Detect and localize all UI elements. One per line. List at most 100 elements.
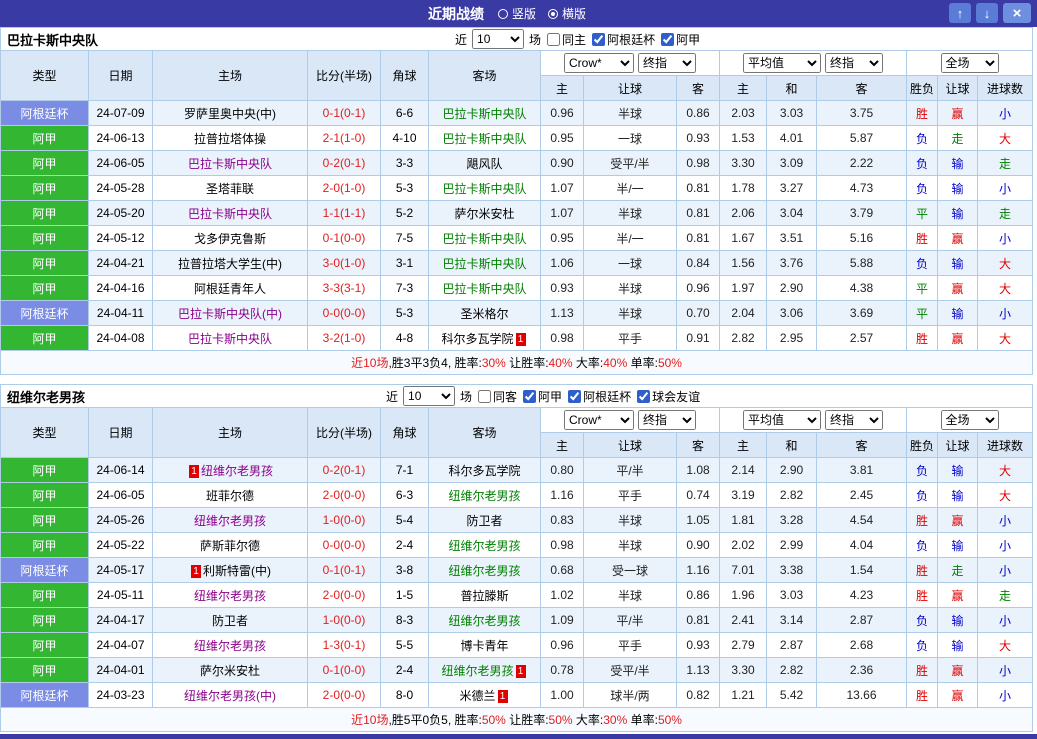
away-team[interactable]: 巴拉卡斯中央队 (428, 275, 541, 301)
home-team[interactable]: 圣塔菲联 (152, 175, 308, 201)
filter-checkbox[interactable] (523, 389, 537, 403)
team-name-text[interactable]: 纽维尔老男孩 (194, 514, 266, 528)
away-team[interactable]: 科尔多瓦学院 1 (428, 325, 541, 351)
team-name-text[interactable]: 巴拉卡斯中央队 (442, 282, 526, 296)
team-name-text[interactable]: 巴拉卡斯中央队 (442, 132, 526, 146)
team-name-text[interactable]: 科尔多瓦学院 (441, 332, 513, 346)
team-name-text[interactable]: 拉普拉塔体操 (194, 132, 266, 146)
filter-option-1[interactable]: 阿根廷杯 (592, 31, 655, 48)
home-team[interactable]: 1 利斯特雷(中) (152, 557, 308, 583)
home-team[interactable]: 纽维尔老男孩 (152, 507, 308, 533)
team-name-text[interactable]: 巴拉卡斯中央队 (188, 207, 272, 221)
layout-radio-1[interactable]: 横版 (548, 5, 586, 22)
team-name-text[interactable]: 巴拉卡斯中央队(中) (178, 307, 282, 321)
filter-option-3[interactable]: 球会友谊 (637, 388, 700, 405)
home-team[interactable]: 巴拉卡斯中央队 (152, 325, 308, 351)
away-team[interactable]: 纽维尔老男孩 (428, 482, 541, 508)
team-name-text[interactable]: 班菲尔德 (206, 489, 254, 503)
close-button[interactable]: × (1003, 3, 1031, 23)
away-team[interactable]: 巴拉卡斯中央队 (428, 125, 541, 151)
team-name-text[interactable]: 普拉滕斯 (460, 589, 508, 603)
team-name-text[interactable]: 纽维尔老男孩 (448, 489, 520, 503)
filter-option-1[interactable]: 阿甲 (523, 388, 562, 405)
filter-option-2[interactable]: 阿根廷杯 (568, 388, 631, 405)
team-name-text[interactable]: 萨尔米安杜 (454, 207, 514, 221)
filter-checkbox[interactable] (592, 32, 606, 46)
team-name-text[interactable]: 拉普拉塔大学生(中) (178, 257, 282, 271)
home-team[interactable]: 罗萨里奥中央(中) (152, 100, 308, 126)
team-name-text[interactable]: 飓风队 (466, 157, 502, 171)
odds-company-select[interactable]: Crow* (564, 53, 634, 73)
away-team[interactable]: 普拉滕斯 (428, 582, 541, 608)
away-team[interactable]: 巴拉卡斯中央队 (428, 250, 541, 276)
down-arrow-button[interactable]: ↓ (976, 3, 998, 23)
layout-radio-0[interactable]: 竖版 (498, 5, 536, 22)
filter-option-0[interactable]: 同客 (478, 388, 517, 405)
odds-stage-select[interactable]: 终指 (638, 53, 696, 73)
away-team[interactable]: 巴拉卡斯中央队 (428, 100, 541, 126)
away-team[interactable]: 萨尔米安杜 (428, 200, 541, 226)
average-stage-select[interactable]: 终指 (825, 410, 883, 430)
average-select[interactable]: 平均值 (743, 410, 821, 430)
team-name-text[interactable]: 纽维尔老男孩 (194, 589, 266, 603)
away-team[interactable]: 米德兰 1 (428, 682, 541, 708)
home-team[interactable]: 萨尔米安杜 (152, 657, 308, 683)
recent-count-select[interactable]: 10 (403, 386, 456, 406)
team-name-text[interactable]: 圣塔菲联 (206, 182, 254, 196)
home-team[interactable]: 戈多伊克鲁斯 (152, 225, 308, 251)
home-team[interactable]: 纽维尔老男孩(中) (152, 682, 308, 708)
home-team[interactable]: 拉普拉塔体操 (152, 125, 308, 151)
team-name-text[interactable]: 纽维尔老男孩 (194, 639, 266, 653)
team-name-text[interactable]: 萨尔米安杜 (200, 664, 260, 678)
team-name-text[interactable]: 巴拉卡斯中央队 (442, 182, 526, 196)
team-name-text[interactable]: 罗萨里奥中央(中) (184, 107, 276, 121)
away-team[interactable]: 巴拉卡斯中央队 (428, 225, 541, 251)
away-team[interactable]: 科尔多瓦学院 (428, 457, 541, 483)
home-team[interactable]: 巴拉卡斯中央队 (152, 150, 308, 176)
away-team[interactable]: 飓风队 (428, 150, 541, 176)
team-name-text[interactable]: 巴拉卡斯中央队 (188, 332, 272, 346)
filter-option-0[interactable]: 同主 (547, 31, 586, 48)
team-name-text[interactable]: 巴拉卡斯中央队 (188, 157, 272, 171)
team-name-text[interactable]: 圣米格尔 (460, 307, 508, 321)
home-team[interactable]: 拉普拉塔大学生(中) (152, 250, 308, 276)
filter-checkbox[interactable] (478, 389, 492, 403)
team-name-text[interactable]: 戈多伊克鲁斯 (194, 232, 266, 246)
scope-select[interactable]: 全场 (940, 410, 999, 430)
scope-select[interactable]: 全场 (940, 53, 999, 73)
average-stage-select[interactable]: 终指 (825, 53, 883, 73)
home-team[interactable]: 萨斯菲尔德 (152, 532, 308, 558)
team-name-text[interactable]: 阿根廷青年人 (194, 282, 266, 296)
filter-checkbox[interactable] (637, 389, 651, 403)
away-team[interactable]: 博卡青年 (428, 632, 541, 658)
home-team[interactable]: 防卫者 (152, 607, 308, 633)
team-name-text[interactable]: 纽维尔老男孩 (441, 664, 513, 678)
team-name-text[interactable]: 米德兰 (459, 689, 495, 703)
average-select[interactable]: 平均值 (743, 53, 821, 73)
home-team[interactable]: 阿根廷青年人 (152, 275, 308, 301)
team-name-text[interactable]: 防卫者 (212, 614, 248, 628)
filter-checkbox[interactable] (568, 389, 582, 403)
home-team[interactable]: 纽维尔老男孩 (152, 582, 308, 608)
filter-checkbox[interactable] (661, 32, 675, 46)
team-name-text[interactable]: 科尔多瓦学院 (448, 464, 520, 478)
team-name-text[interactable]: 巴拉卡斯中央队 (442, 107, 526, 121)
away-team[interactable]: 防卫者 (428, 507, 541, 533)
team-name-text[interactable]: 纽维尔老男孩 (448, 564, 520, 578)
away-team[interactable]: 纽维尔老男孩 1 (428, 657, 541, 683)
recent-count-select[interactable]: 10 (472, 29, 525, 49)
team-name-text[interactable]: 纽维尔老男孩 (201, 464, 273, 478)
home-team[interactable]: 班菲尔德 (152, 482, 308, 508)
home-team[interactable]: 1 纽维尔老男孩 (152, 457, 308, 483)
team-name-text[interactable]: 博卡青年 (460, 639, 508, 653)
team-name-text[interactable]: 纽维尔老男孩(中) (184, 689, 276, 703)
away-team[interactable]: 纽维尔老男孩 (428, 557, 541, 583)
team-name-text[interactable]: 巴拉卡斯中央队 (442, 232, 526, 246)
team-name-text[interactable]: 萨斯菲尔德 (200, 539, 260, 553)
away-team[interactable]: 圣米格尔 (428, 300, 541, 326)
odds-stage-select[interactable]: 终指 (638, 410, 696, 430)
filter-option-2[interactable]: 阿甲 (661, 31, 700, 48)
home-team[interactable]: 纽维尔老男孩 (152, 632, 308, 658)
away-team[interactable]: 巴拉卡斯中央队 (428, 175, 541, 201)
filter-checkbox[interactable] (547, 32, 561, 46)
